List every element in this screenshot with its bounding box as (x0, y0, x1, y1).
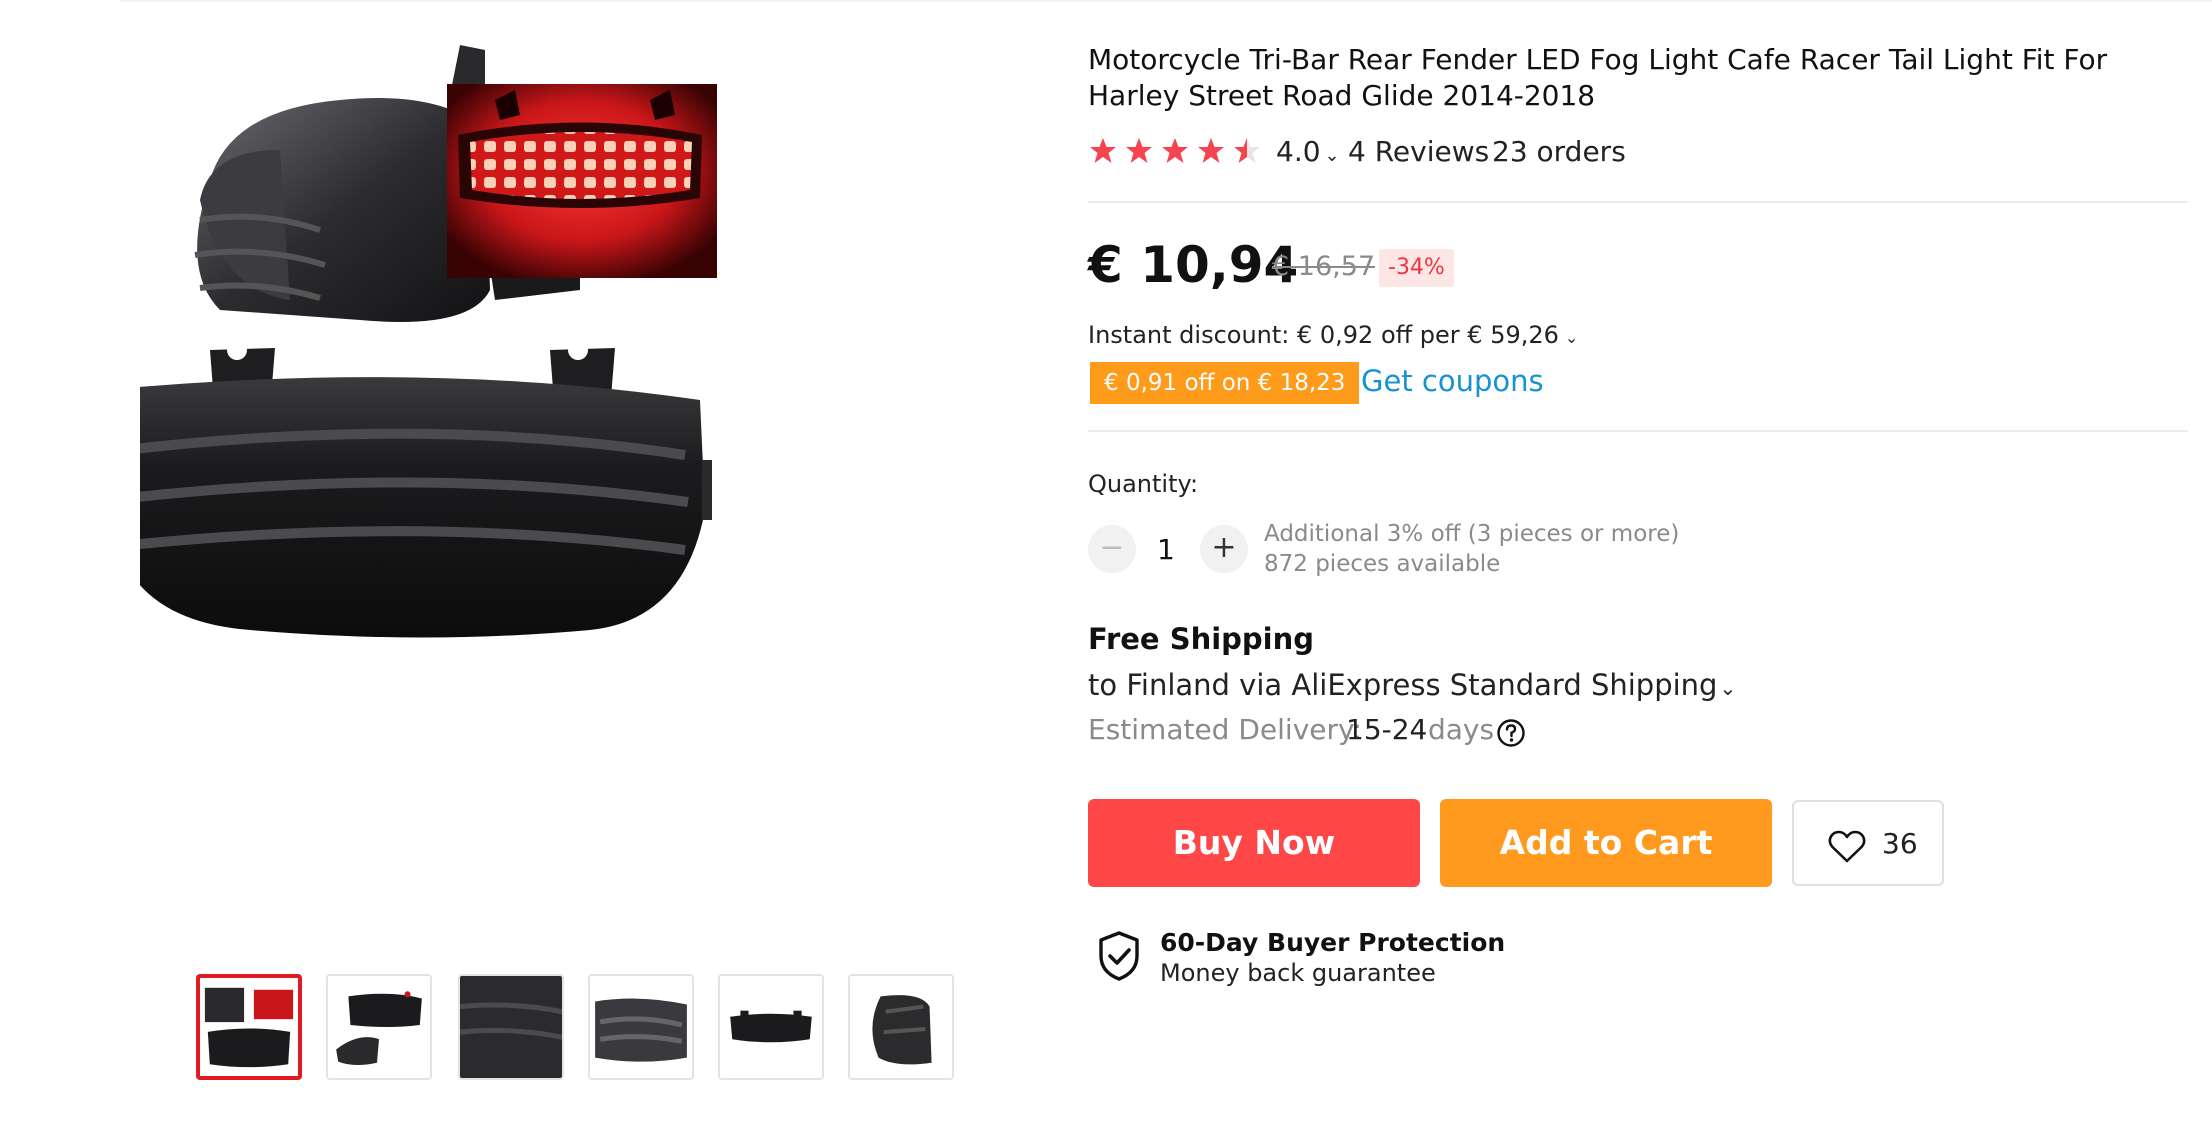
add-to-cart-button[interactable]: Add to Cart (1440, 799, 1772, 887)
thumbnail-1[interactable] (196, 974, 302, 1080)
star-icon (1126, 138, 1152, 163)
shipping-title: Free Shipping (1088, 622, 1315, 656)
thumbnail-5[interactable] (718, 974, 824, 1080)
get-coupons-link[interactable]: Get coupons (1361, 364, 1544, 398)
discount-badge: -34% (1379, 249, 1454, 287)
product-title: Motorcycle Tri-Bar Rear Fender LED Fog L… (1088, 43, 2108, 112)
chevron-down-icon: ⌄ (1324, 145, 1340, 166)
quantity-input[interactable]: 1 (1157, 533, 1175, 566)
rating-number: 4.0 (1276, 135, 1321, 168)
star-icon (1090, 138, 1116, 163)
thumbnail-3[interactable] (458, 974, 564, 1080)
chevron-down-icon: ⌄ (1719, 676, 1737, 700)
rating-value[interactable]: 4.0 ⌄ (1276, 135, 1340, 168)
star-icon (1162, 138, 1188, 163)
divider (1088, 430, 2188, 432)
coupon-tag[interactable]: € 0,91 off on € 18,23 (1090, 362, 1360, 404)
tri-bar-fender (140, 340, 712, 638)
delivery-days: 15-24 (1346, 713, 1428, 746)
bulk-discount-note: Additional 3% off (3 pieces or more) (1264, 521, 1680, 547)
current-price: € 10,94 (1088, 236, 1299, 294)
instant-discount-text: Instant discount: € 0,92 off per € 59,26 (1088, 321, 1559, 349)
buy-now-button[interactable]: Buy Now (1088, 799, 1420, 887)
top-divider (120, 0, 2212, 2)
orders-count: 23 orders (1492, 135, 1626, 168)
shipping-method[interactable]: to Finland via AliExpress Standard Shipp… (1088, 668, 1736, 702)
star-icon (1198, 138, 1224, 163)
instant-discount[interactable]: Instant discount: € 0,92 off per € 59,26… (1088, 321, 1578, 349)
help-icon[interactable] (1496, 718, 1526, 748)
reviews-link[interactable]: 4 Reviews (1348, 135, 1489, 168)
buyer-protection-title: 60-Day Buyer Protection (1160, 928, 1506, 957)
wishlist-button[interactable]: 36 (1792, 800, 1944, 886)
heart-icon (1828, 830, 1866, 863)
divider (1088, 201, 2188, 203)
shipping-method-text: to Finland via AliExpress Standard Shipp… (1088, 668, 1718, 702)
buyer-protection-subtitle: Money back guarantee (1160, 959, 1436, 987)
quantity-label: Quantity: (1088, 470, 1199, 498)
thumbnail-2[interactable] (326, 974, 432, 1080)
quantity-decrease-button[interactable]: − (1088, 525, 1136, 573)
thumbnail-4[interactable] (588, 974, 694, 1080)
stock-available: 872 pieces available (1264, 551, 1501, 577)
main-product-image[interactable] (140, 30, 1040, 900)
original-price: € 16,57 (1272, 251, 1376, 282)
shield-check-icon (1099, 931, 1139, 981)
quantity-increase-button[interactable]: + (1200, 525, 1248, 573)
thumbnail-6[interactable] (848, 974, 954, 1080)
delivery-label: Estimated Delivery: (1088, 713, 1362, 746)
chevron-down-icon: ⌄ (1564, 328, 1579, 347)
wishlist-count: 36 (1882, 827, 1918, 860)
delivery-unit: days (1428, 713, 1495, 746)
led-lit-photo (447, 84, 717, 278)
rating-stars (1090, 138, 1260, 163)
